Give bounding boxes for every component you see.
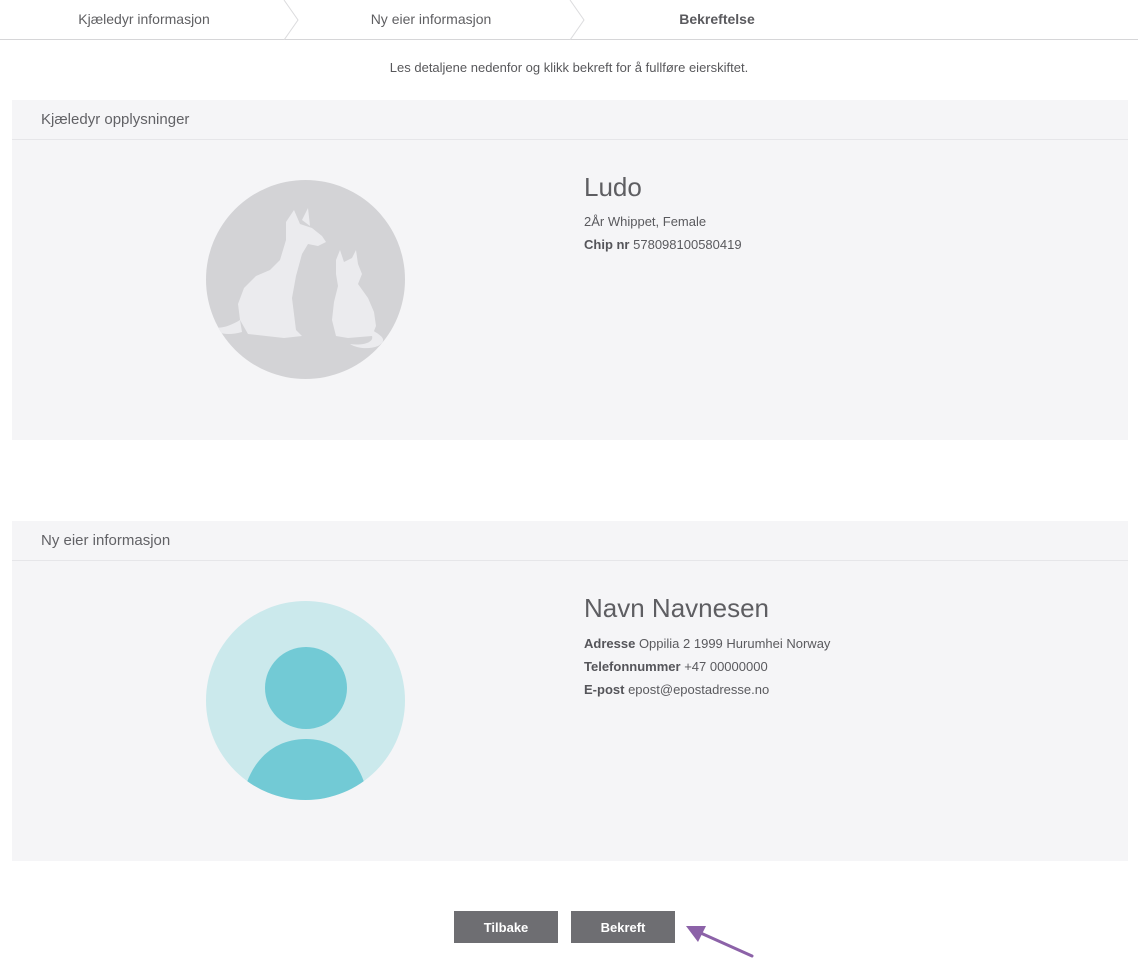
new-owner-panel: Ny eier informasjon Navn Navnesen Adress… [12,521,1128,861]
step-pet-info[interactable]: Kjæledyr informasjon [0,0,288,39]
pet-description: 2År Whippet, Female [584,214,707,229]
pet-panel-title: Kjæledyr opplysninger [12,100,1128,140]
step-indicator: Kjæledyr informasjon Ny eier informasjon… [0,0,1138,40]
pet-avatar [206,180,405,379]
owner-panel-title: Ny eier informasjon [12,521,1128,561]
owner-name: Navn Navnesen [584,593,769,623]
chip-label: Chip nr [584,237,630,252]
step-confirmation[interactable]: Bekreftelse [580,0,854,39]
pet-details-panel: Kjæledyr opplysninger Ludo 2År Whippet, … [12,100,1128,440]
arrow-pointer-icon [686,926,754,958]
pet-chip: Chip nr 578098100580419 [584,233,742,256]
intro-text: Les detaljene nedenfor og klikk bekreft … [389,60,749,75]
back-button[interactable]: Tilbake [454,911,558,943]
owner-avatar [206,601,405,800]
dog-cat-silhouette-icon [210,208,384,349]
owner-phone: Telefonnummer +47 00000000 [584,655,830,678]
confirm-button[interactable]: Bekreft [571,911,675,943]
person-silhouette-icon [247,647,364,800]
phone-label: Telefonnummer [584,659,681,674]
owner-address: Adresse Oppilia 2 1999 Hurumhei Norway [584,632,830,655]
owner-email: E-post epost@epostadresse.no [584,678,830,701]
email-label: E-post [584,682,625,697]
pet-name: Ludo [584,172,642,202]
owner-info: Navn Navnesen Adresse Oppilia 2 1999 Hur… [584,593,830,701]
chip-value: 578098100580419 [633,237,742,252]
address-value: Oppilia 2 1999 Hurumhei Norway [638,636,831,651]
email-value: epost@epostadresse.no [628,682,770,697]
address-label: Adresse [584,636,636,651]
step-new-owner-info[interactable]: Ny eier informasjon [290,0,572,39]
pet-info: Ludo 2År Whippet, Female Chip nr 5780981… [584,172,742,256]
phone-value: +47 00000000 [684,659,768,674]
